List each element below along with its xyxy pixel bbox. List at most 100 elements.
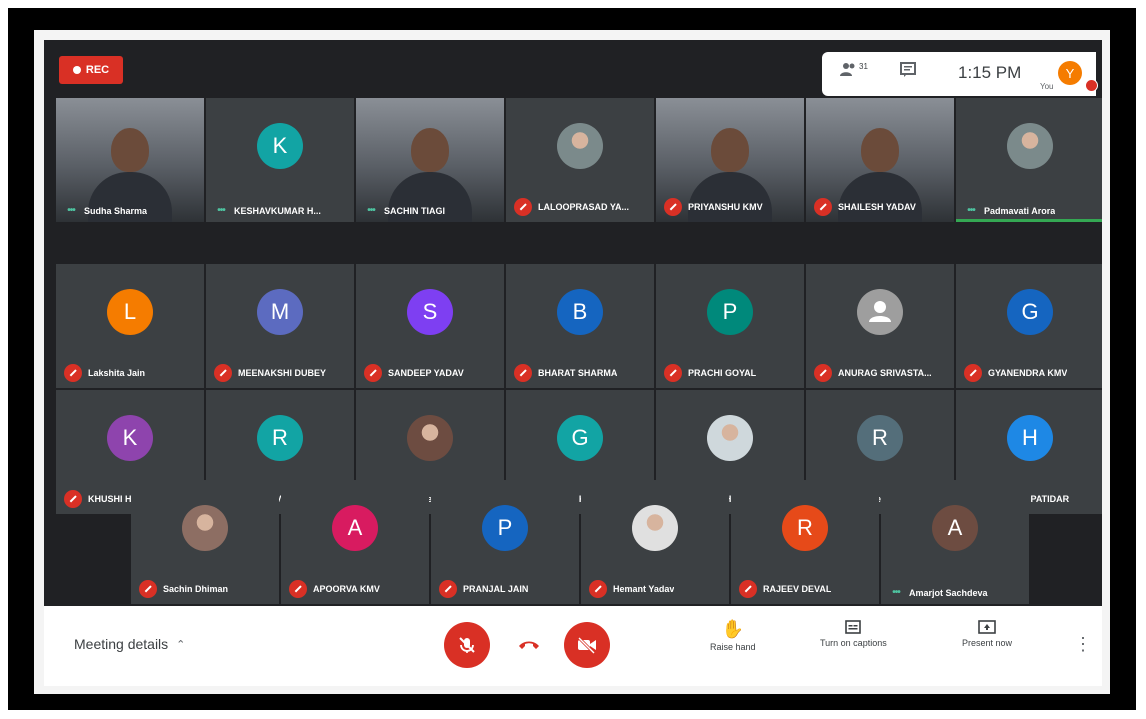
participant-name-row: ••• KESHAVKUMAR H... bbox=[214, 205, 348, 216]
chat-button[interactable] bbox=[900, 62, 916, 83]
chat-icon bbox=[900, 62, 916, 77]
participant-avatar: B bbox=[557, 289, 603, 335]
participant-photo-avatar bbox=[632, 505, 678, 551]
participant-avatar: K bbox=[257, 123, 303, 169]
captions-label: Turn on captions bbox=[820, 638, 887, 648]
controls-bar: Meeting details ⌃ ✋ Raise hand Turn on c… bbox=[44, 606, 1102, 686]
participant-name: KESHAVKUMAR H... bbox=[234, 205, 321, 216]
participant-name: SACHIN TIAGI bbox=[384, 205, 446, 216]
participant-avatar: G bbox=[1007, 289, 1053, 335]
participant-name: Sudha Sharma bbox=[84, 205, 148, 216]
participant-photo-avatar bbox=[1007, 123, 1053, 169]
participant-name-row: SHAILESH YADAV bbox=[814, 198, 948, 216]
participant-tile[interactable]: A APOORVA KMV bbox=[281, 480, 429, 604]
mic-muted-icon bbox=[364, 364, 382, 382]
participant-name-row: Sachin Dhiman bbox=[139, 580, 273, 598]
participant-tile[interactable]: ANURAG SRIVASTA... bbox=[806, 264, 954, 388]
participant-tile[interactable]: S SANDEEP YADAV bbox=[356, 264, 504, 388]
people-count: 31 bbox=[859, 62, 868, 71]
participant-name: PRIYANSHU KMV bbox=[688, 202, 763, 212]
participant-name-row: APOORVA KMV bbox=[289, 580, 423, 598]
raise-hand-button[interactable]: ✋ Raise hand bbox=[710, 620, 756, 652]
participant-tile[interactable]: M MEENAKSHI DUBEY bbox=[206, 264, 354, 388]
mic-muted-icon bbox=[64, 364, 82, 382]
mic-muted-icon bbox=[214, 364, 232, 382]
hang-up-button[interactable] bbox=[506, 622, 552, 668]
participant-avatar: P bbox=[707, 289, 753, 335]
participant-tile[interactable]: PRIYANSHU KMV bbox=[656, 98, 804, 222]
participant-tile[interactable]: ••• Sudha Sharma bbox=[56, 98, 204, 222]
participant-name-row: BHARAT SHARMA bbox=[514, 364, 648, 382]
mic-muted-icon bbox=[64, 490, 82, 508]
camera-toggle-button[interactable] bbox=[564, 622, 610, 668]
participant-avatar: M bbox=[257, 289, 303, 335]
captions-button[interactable]: Turn on captions bbox=[820, 620, 887, 648]
participant-tile[interactable]: P PRANJAL JAIN bbox=[431, 480, 579, 604]
participant-name-row: Hemant Yadav bbox=[589, 580, 723, 598]
participant-tile[interactable]: G GYANENDRA KMV bbox=[956, 264, 1102, 388]
self-initial: Y bbox=[1065, 65, 1075, 81]
person-silhouette bbox=[711, 128, 749, 172]
mic-muted-icon bbox=[814, 364, 832, 382]
mic-off-icon bbox=[459, 637, 475, 653]
participant-name-row: SANDEEP YADAV bbox=[364, 364, 498, 382]
participant-tile[interactable]: Sachin Dhiman bbox=[131, 480, 279, 604]
mic-muted-icon bbox=[439, 580, 457, 598]
self-label: You bbox=[1040, 82, 1054, 91]
participant-name: APOORVA KMV bbox=[313, 584, 380, 594]
participant-name-row: RAJEEV DEVAL bbox=[739, 580, 873, 598]
participant-name: Padmavati Arora bbox=[984, 205, 1056, 216]
participant-tile[interactable]: SHAILESH YADAV bbox=[806, 98, 954, 222]
mic-muted-icon bbox=[289, 580, 307, 598]
recording-dot-icon bbox=[72, 66, 81, 74]
participant-tile[interactable]: R RAJEEV DEVAL bbox=[731, 480, 879, 604]
mic-muted-icon bbox=[589, 580, 607, 598]
participant-name: Amarjot Sachdeva bbox=[909, 587, 988, 598]
meeting-details-label: Meeting details bbox=[74, 636, 169, 652]
person-silhouette bbox=[111, 128, 149, 172]
top-right-panel: 31 1:15 PM Y You bbox=[822, 52, 1098, 96]
participant-avatar: R bbox=[857, 415, 903, 461]
audio-level-icon: ••• bbox=[367, 205, 376, 216]
mic-toggle-button[interactable] bbox=[444, 622, 490, 668]
camera-off-icon bbox=[577, 636, 596, 654]
participant-name: ANURAG SRIVASTA... bbox=[838, 368, 932, 378]
people-icon bbox=[840, 63, 855, 76]
mic-muted-icon bbox=[964, 364, 982, 382]
present-now-button[interactable]: Present now bbox=[962, 620, 1012, 648]
participant-photo-avatar bbox=[707, 415, 753, 461]
participant-name-row: GYANENDRA KMV bbox=[964, 364, 1098, 382]
participant-avatar: L bbox=[107, 289, 153, 335]
more-options-icon[interactable]: ⋮ bbox=[1074, 634, 1092, 655]
participant-name: PRANJAL JAIN bbox=[463, 584, 529, 594]
people-button[interactable]: 31 bbox=[840, 62, 868, 78]
recording-badge: REC bbox=[59, 56, 123, 84]
chevron-up-icon: ⌃ bbox=[176, 638, 186, 651]
participant-tile[interactable]: B BHARAT SHARMA bbox=[506, 264, 654, 388]
mic-muted-icon bbox=[514, 198, 532, 216]
self-avatar[interactable]: Y bbox=[1058, 61, 1082, 85]
participant-tile[interactable]: ••• SACHIN TIAGI bbox=[356, 98, 504, 222]
participant-avatar: P bbox=[482, 505, 528, 551]
participant-tile[interactable]: K ••• KESHAVKUMAR H... bbox=[206, 98, 354, 222]
participant-tile[interactable]: P PRACHI GOYAL bbox=[656, 264, 804, 388]
participant-tile[interactable]: Hemant Yadav bbox=[581, 480, 729, 604]
meeting-details-button[interactable]: Meeting details ⌃ bbox=[74, 636, 185, 652]
participant-name-row: LALOOPRASAD YA... bbox=[514, 198, 648, 216]
participant-tile[interactable]: ••• Padmavati Arora bbox=[956, 98, 1102, 222]
participant-tile[interactable]: A ••• Amarjot Sachdeva bbox=[881, 480, 1029, 604]
default-person-avatar-icon bbox=[857, 289, 903, 335]
participant-photo-avatar bbox=[182, 505, 228, 551]
active-speaker-bar bbox=[956, 219, 1102, 222]
participant-photo-avatar bbox=[557, 123, 603, 169]
captions-icon bbox=[845, 620, 862, 634]
audio-level-icon: ••• bbox=[967, 205, 976, 216]
participant-name-row: PRANJAL JAIN bbox=[439, 580, 573, 598]
participant-name-row: ••• Padmavati Arora bbox=[964, 205, 1098, 216]
participant-tile[interactable]: LALOOPRASAD YA... bbox=[506, 98, 654, 222]
participant-tile[interactable]: L Lakshita Jain bbox=[56, 264, 204, 388]
participant-name: Sachin Dhiman bbox=[163, 584, 229, 594]
participant-name-row: ANURAG SRIVASTA... bbox=[814, 364, 948, 382]
present-screen-icon bbox=[978, 620, 996, 634]
participant-name: PRACHI GOYAL bbox=[688, 368, 757, 378]
